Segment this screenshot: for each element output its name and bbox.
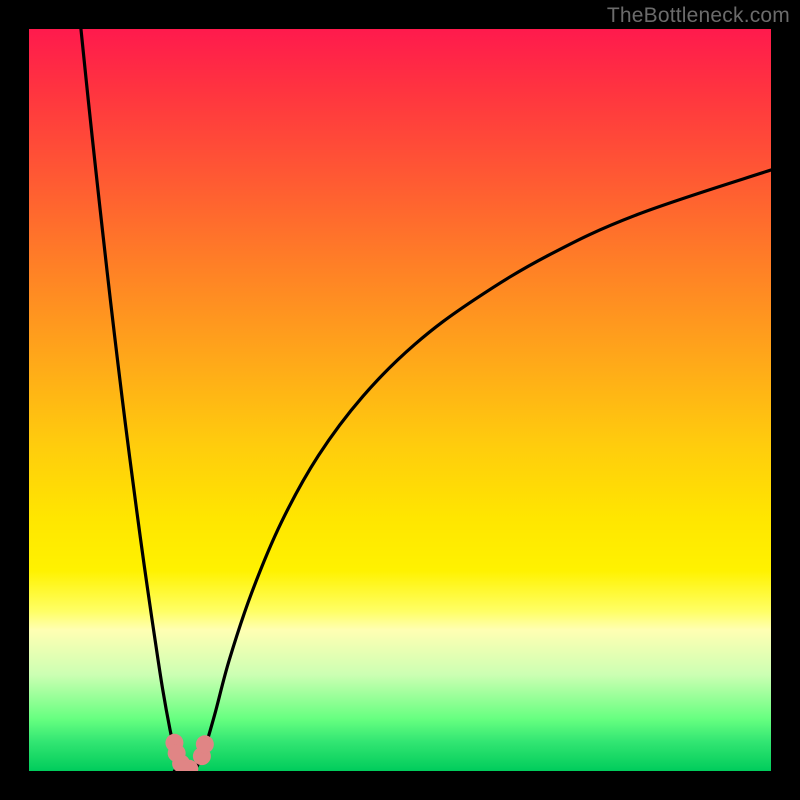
data-marker	[180, 760, 198, 771]
data-marker	[196, 735, 214, 753]
data-marker	[165, 734, 183, 752]
data-marker	[193, 747, 211, 765]
chart-curves-group	[81, 29, 771, 771]
curve-right-branch	[194, 170, 771, 771]
watermark-text: TheBottleneck.com	[607, 4, 790, 28]
data-marker	[172, 755, 190, 771]
data-marker	[168, 744, 186, 762]
chart-overlay-svg	[29, 29, 771, 771]
chart-plot-area	[29, 29, 771, 771]
curve-left-branch	[81, 29, 195, 771]
chart-frame: TheBottleneck.com	[0, 0, 800, 800]
chart-markers-group	[165, 734, 213, 771]
